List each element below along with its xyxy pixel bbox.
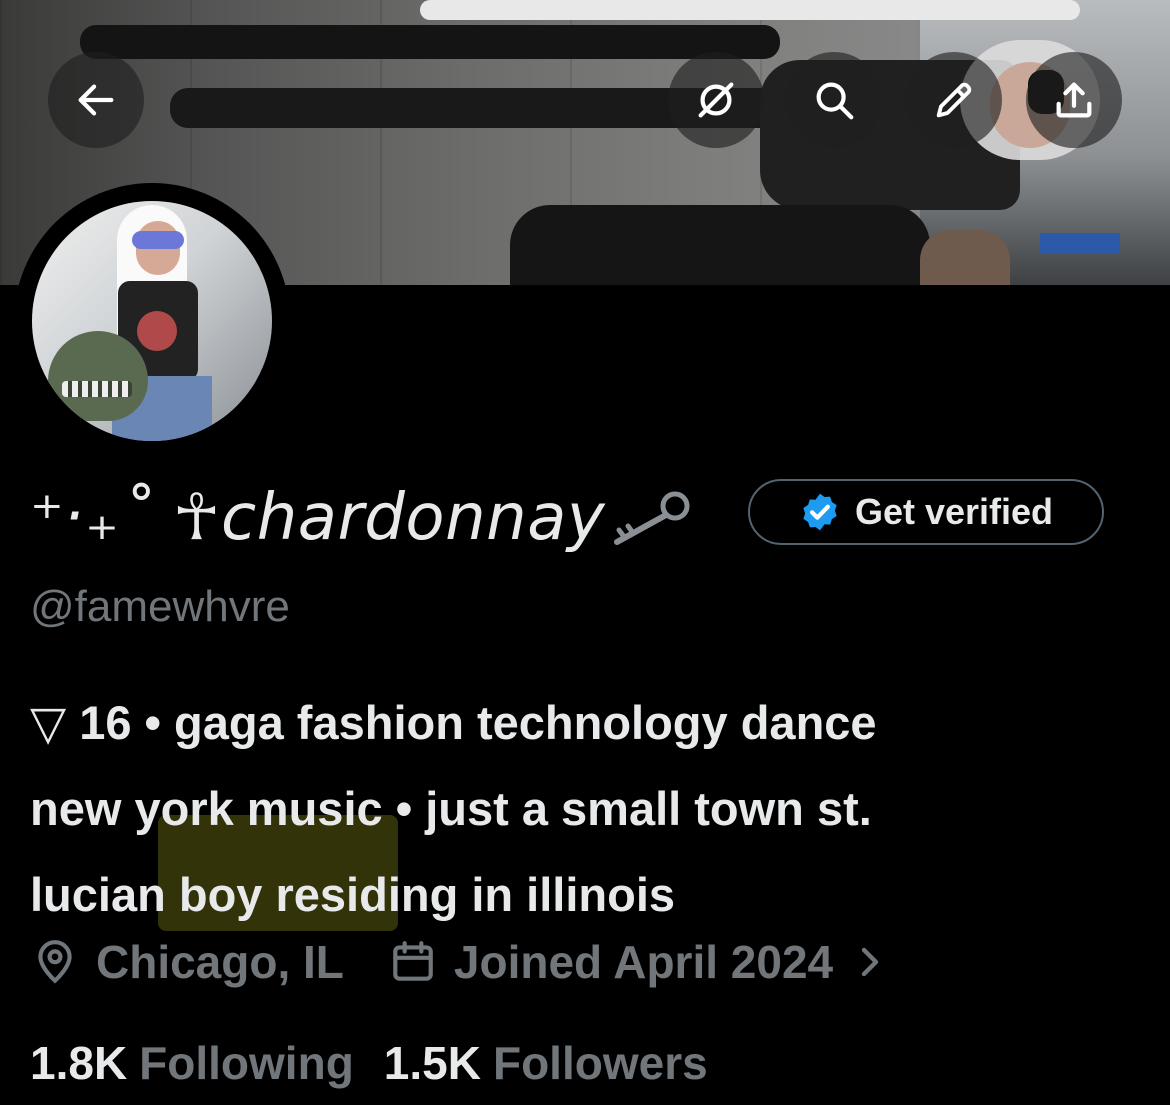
get-verified-label: Get verified xyxy=(854,491,1054,532)
bio-line: new york music • just a small town st. xyxy=(30,782,872,835)
search-icon xyxy=(816,82,854,120)
search-button[interactable] xyxy=(786,52,882,148)
avatar-shirt-print xyxy=(137,311,177,351)
display-name: ⁺‧₊˚ ☥chardonnay xyxy=(30,481,606,555)
edit-icon xyxy=(936,82,972,118)
location-text: Chicago, IL xyxy=(96,936,344,988)
location-item: Chicago, IL xyxy=(30,935,344,989)
followers-label[interactable]: Followers xyxy=(493,1036,708,1090)
profile-handle: @famewhvre xyxy=(30,582,290,631)
calendar-icon xyxy=(393,941,433,981)
share-button[interactable] xyxy=(1026,52,1122,148)
banner-background-person xyxy=(920,230,1010,285)
banner-leg xyxy=(80,25,780,59)
banner-hair xyxy=(420,0,1080,20)
location-pin-icon xyxy=(38,940,72,984)
following-label[interactable]: Following xyxy=(139,1036,354,1090)
banner-background-person xyxy=(510,205,930,285)
get-verified-button[interactable]: Get verified xyxy=(748,479,1104,545)
avatar-photo xyxy=(32,201,272,441)
old-key-icon xyxy=(614,491,690,545)
joined-item[interactable]: Joined April 2024 xyxy=(388,935,901,989)
display-name-row: ⁺‧₊˚ ☥chardonnay xyxy=(30,478,697,558)
bio-line: lucian boy residing in illinois xyxy=(30,868,676,921)
edit-button[interactable] xyxy=(906,52,1002,148)
share-icon xyxy=(1056,82,1092,118)
back-button[interactable] xyxy=(48,52,144,148)
following-count[interactable]: 1.8K xyxy=(30,1036,127,1090)
profile-avatar[interactable] xyxy=(14,183,290,459)
grok-button[interactable] xyxy=(668,52,764,148)
joined-text: Joined April 2024 xyxy=(453,936,834,988)
chevron-right-icon xyxy=(861,947,879,977)
avatar-sunglasses xyxy=(132,231,184,249)
followers-count[interactable]: 1.5K xyxy=(384,1036,481,1090)
bio-line: ▽ 16 • gaga fashion technology dance xyxy=(30,696,877,749)
verified-badge-icon xyxy=(803,493,837,531)
banner-sign xyxy=(1040,233,1120,253)
avatar-anglerfish-teeth xyxy=(62,381,132,397)
profile-meta: Chicago, IL Joined April 2024 xyxy=(30,930,945,994)
arrow-left-icon xyxy=(78,84,114,116)
follow-stats: 1.8K Following 1.5K Followers xyxy=(30,1030,738,1096)
profile-bio: ▽ 16 • gaga fashion technology dance new… xyxy=(30,680,1140,938)
avatar-anglerfish xyxy=(48,331,148,421)
grok-icon xyxy=(698,82,734,118)
